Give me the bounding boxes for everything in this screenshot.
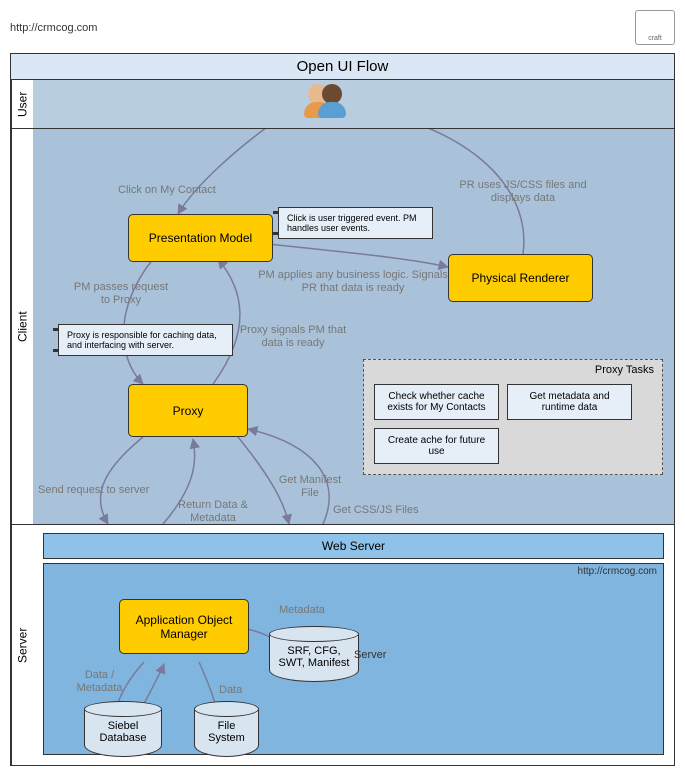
proxy-tasks-panel: Proxy Tasks Check whether cache exists f…	[363, 359, 663, 475]
proxy-task-item: Get metadata and runtime data	[507, 384, 632, 420]
lane-user: User	[11, 80, 674, 129]
edge-user-click: Click on My Contact	[118, 184, 216, 197]
proxy-task-item: Check whether cache exists for My Contac…	[374, 384, 499, 420]
note-proxy: Proxy is responsible for caching data, a…	[58, 324, 233, 356]
edge-send-server: Send request to server	[38, 484, 149, 497]
lane-user-label: User	[11, 80, 33, 128]
edge-pm-to-proxy: PM passes request to Proxy	[71, 281, 171, 307]
note-pm: Click is user triggered event. PM handle…	[278, 207, 433, 239]
node-physical-renderer: Physical Renderer	[448, 254, 593, 302]
node-web-server: Web Server	[43, 533, 664, 559]
edge-data-meta: Data / Metadata	[72, 669, 127, 695]
server-inner-url: http://crmcog.com	[578, 566, 657, 577]
edge-get-cssjs: Get CSS/JS Files	[333, 504, 419, 517]
lane-server-label: Server	[11, 525, 33, 765]
server-inner: http://crmcog.com Application Object Man…	[43, 563, 664, 755]
lane-client: Client Pres	[11, 129, 674, 525]
edge-pm-to-pr: PM applies any business logic. Signals P…	[258, 269, 448, 295]
node-presentation-model: Presentation Model	[128, 214, 273, 262]
diagram-container: User Client	[10, 80, 675, 766]
source-url: http://crmcog.com	[10, 22, 97, 34]
node-file-system: File System	[194, 694, 259, 757]
user-icon	[308, 84, 342, 104]
edge-proxy-to-pm: Proxy signals PM that data is ready	[233, 324, 353, 350]
node-aom: Application Object Manager	[119, 599, 249, 654]
diagram-title: Open UI Flow	[10, 53, 675, 80]
proxy-tasks-title: Proxy Tasks	[364, 360, 662, 380]
node-siebel-db: Siebel Database	[84, 694, 162, 757]
edge-pr-display: PR uses JS/CSS files and displays data	[453, 179, 593, 205]
node-srf-cylinder: SRF, CFG, SWT, Manifest	[269, 619, 359, 682]
edge-return-data: Return Data & Metadata	[173, 499, 253, 525]
lane-client-label: Client	[11, 129, 33, 524]
edge-get-manifest: Get Manifest File	[270, 474, 350, 500]
lane-server: Server Web Server http://crmcog.com Appl…	[11, 525, 674, 765]
node-proxy: Proxy	[128, 384, 248, 437]
edge-metadata: Metadata	[279, 604, 325, 617]
proxy-task-item: Create ache for future use	[374, 428, 499, 464]
logo-icon: craft	[635, 10, 675, 45]
